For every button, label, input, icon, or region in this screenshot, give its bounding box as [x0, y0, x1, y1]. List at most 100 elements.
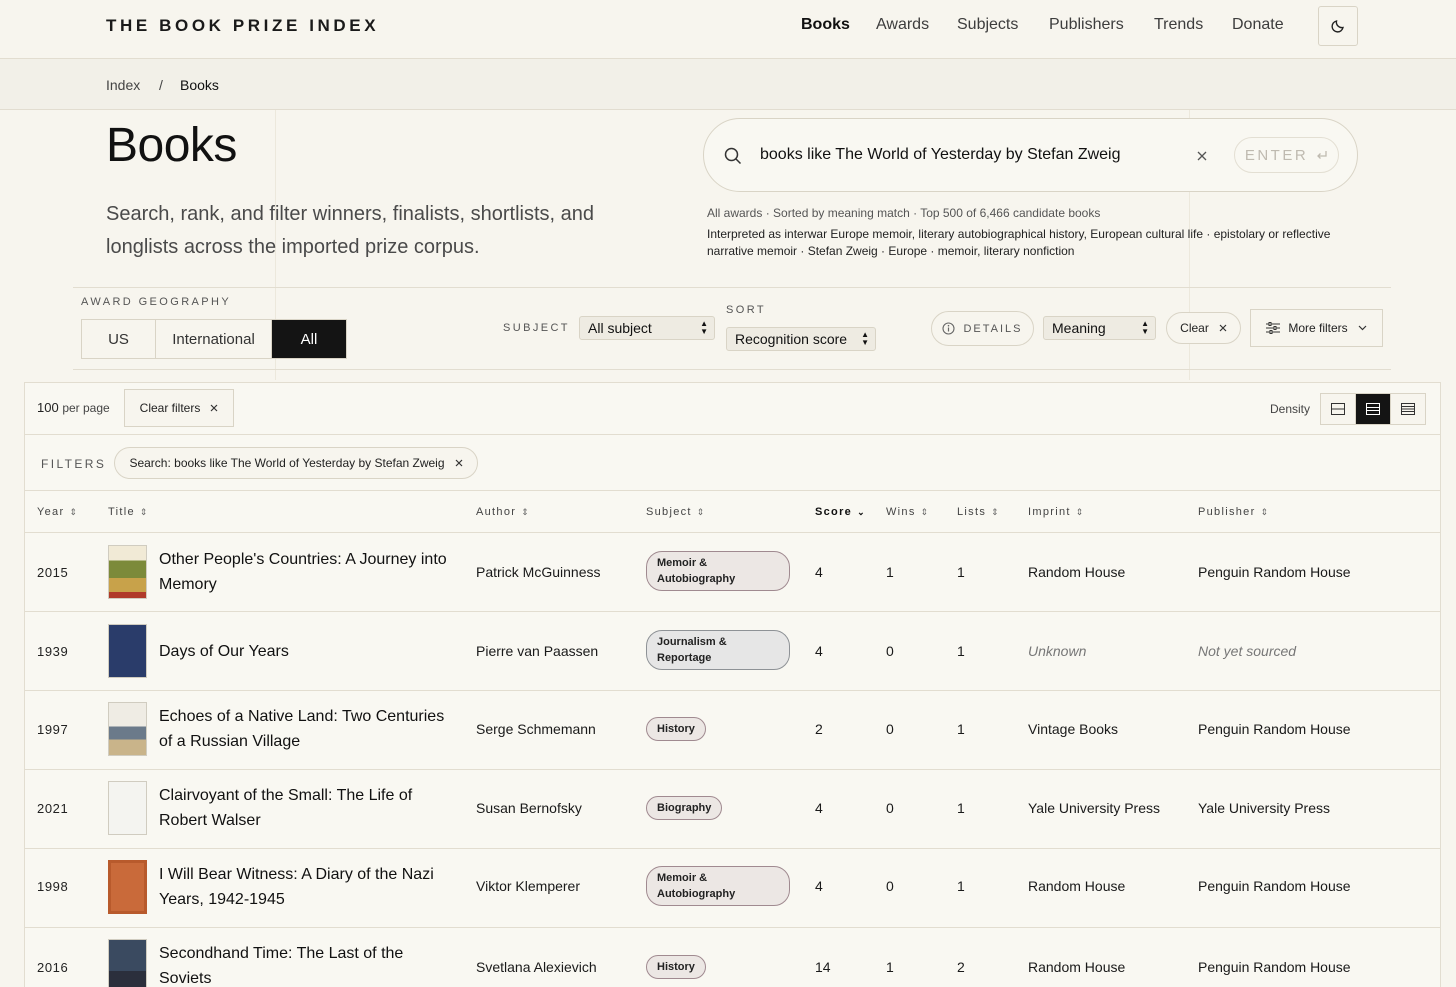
cell-imprint: Random House — [1028, 878, 1126, 894]
cell-author[interactable]: Patrick McGuinness — [476, 564, 600, 580]
nav-publishers[interactable]: Publishers — [1049, 16, 1124, 34]
book-cover-image — [108, 781, 147, 835]
table-row[interactable]: 1998 I Will Bear Witness: A Diary of the… — [25, 849, 1440, 928]
col-header-imprint[interactable]: Imprint ⇕ — [1028, 506, 1083, 518]
col-header-author[interactable]: Author ⇕ — [476, 506, 529, 518]
density-default-button[interactable] — [1355, 393, 1391, 425]
nav-books[interactable]: Books — [801, 16, 850, 34]
table-row[interactable]: 1997 Echoes of a Native Land: Two Centur… — [25, 691, 1440, 770]
col-header-label: Publisher — [1198, 506, 1256, 518]
cell-author[interactable]: Svetlana Alexievich — [476, 959, 597, 975]
moon-icon — [1331, 20, 1344, 33]
col-header-label: Lists — [957, 506, 987, 518]
more-filters-label: More filters — [1288, 321, 1348, 335]
meaning-select[interactable]: Meaning ▲ ▼ — [1043, 316, 1156, 340]
select-arrows-icon: ▲ ▼ — [700, 319, 708, 336]
cell-title[interactable]: Secondhand Time: The Last of the Soviets — [159, 941, 459, 987]
per-page-select[interactable]: 100 per page — [37, 400, 110, 415]
cell-author[interactable]: Susan Bernofsky — [476, 800, 582, 816]
cell-year: 1939 — [37, 644, 69, 659]
cell-lists: 1 — [957, 721, 965, 737]
subject-badge[interactable]: Memoir & Autobiography — [646, 551, 790, 591]
subject-badge[interactable]: Biography — [646, 796, 723, 820]
subject-badge[interactable]: Memoir & Autobiography — [646, 866, 790, 906]
geo-option-us[interactable]: US — [82, 320, 156, 358]
col-header-label: Year — [37, 506, 65, 518]
cell-author[interactable]: Serge Schmemann — [476, 721, 596, 737]
cell-title[interactable]: Clairvoyant of the Small: The Life of Ro… — [159, 783, 459, 833]
geo-option-all[interactable]: All — [272, 320, 346, 358]
clear-label: Clear — [1180, 321, 1209, 335]
geography-label: AWARD GEOGRAPHY — [81, 296, 232, 308]
sort-icon: ⇕ — [139, 507, 148, 517]
cell-wins: 0 — [886, 643, 894, 659]
details-button[interactable]: DETAILS — [931, 311, 1034, 346]
return-icon — [1317, 150, 1327, 159]
nav-donate[interactable]: Donate — [1232, 16, 1284, 34]
cell-author[interactable]: Viktor Klemperer — [476, 878, 580, 894]
close-icon — [210, 404, 218, 412]
cell-title[interactable]: Echoes of a Native Land: Two Centuries o… — [159, 704, 459, 754]
cell-year: 2016 — [37, 960, 69, 975]
brand-logo[interactable]: THE BOOK PRIZE INDEX — [106, 16, 379, 36]
table-row[interactable]: 2015 Other People's Countries: A Journey… — [25, 533, 1440, 612]
breadcrumb-index[interactable]: Index — [106, 77, 140, 93]
col-header-score[interactable]: Score ⌄ — [815, 506, 865, 518]
cell-year: 1998 — [37, 879, 69, 894]
filter-chip-label: Search: books like The World of Yesterda… — [129, 456, 445, 470]
book-cover-image — [108, 624, 147, 678]
close-icon[interactable] — [455, 459, 463, 467]
per-page-number: 100 — [37, 400, 59, 415]
cell-publisher: Penguin Random House — [1198, 959, 1351, 975]
cell-title[interactable]: Days of Our Years — [159, 639, 459, 664]
cell-score: 4 — [815, 564, 823, 580]
select-arrows-icon: ▲ ▼ — [1141, 319, 1149, 336]
clear-button[interactable]: Clear — [1166, 312, 1241, 344]
sort-select[interactable]: Recognition score ▲ ▼ — [726, 327, 876, 351]
table-row[interactable]: 2021 Clairvoyant of the Small: The Life … — [25, 770, 1440, 849]
col-header-title[interactable]: Title ⇕ — [108, 506, 147, 518]
table-row[interactable]: 2016 Secondhand Time: The Last of the So… — [25, 928, 1440, 987]
filter-chip[interactable]: Search: books like The World of Yesterda… — [114, 447, 478, 479]
nav-awards[interactable]: Awards — [876, 16, 929, 34]
sort-icon: ⇕ — [696, 507, 705, 517]
col-header-year[interactable]: Year ⇕ — [37, 506, 77, 518]
clear-filters-button[interactable]: Clear filters — [124, 389, 234, 427]
col-header-subject[interactable]: Subject ⇕ — [646, 506, 704, 518]
search-meta: All awards · Sorted by meaning match · T… — [707, 206, 1101, 220]
geo-option-international[interactable]: International — [156, 320, 272, 358]
subject-badge[interactable]: History — [646, 955, 706, 979]
cell-title[interactable]: Other People's Countries: A Journey into… — [159, 547, 459, 597]
cell-author[interactable]: Pierre van Paassen — [476, 643, 598, 659]
cell-wins: 1 — [886, 564, 894, 580]
subject-badge[interactable]: History — [646, 717, 706, 741]
table-header: Year ⇕ Title ⇕ Author ⇕ Subject ⇕ Score ⌄ Win… — [25, 491, 1440, 533]
more-filters-button[interactable]: More filters — [1250, 309, 1383, 347]
nav-trends[interactable]: Trends — [1154, 16, 1203, 34]
col-header-wins[interactable]: Wins ⇕ — [886, 506, 928, 518]
table-row[interactable]: 1939 Days of Our Years Pierre van Paasse… — [25, 612, 1440, 691]
subject-select[interactable]: All subject ▲ ▼ — [579, 316, 715, 340]
sort-icon: ⇕ — [1260, 507, 1269, 517]
cell-lists: 1 — [957, 800, 965, 816]
clear-search-icon[interactable] — [1197, 151, 1207, 161]
cell-title[interactable]: I Will Bear Witness: A Diary of the Nazi… — [159, 862, 459, 912]
enter-label: ENTER — [1244, 146, 1309, 164]
density-compact-button[interactable] — [1320, 393, 1356, 425]
active-filters-row: FILTERS Search: books like The World of … — [25, 435, 1440, 491]
subject-label: SUBJECT — [503, 322, 570, 334]
enter-button[interactable]: ENTER — [1234, 137, 1339, 173]
nav-subjects[interactable]: Subjects — [957, 16, 1018, 34]
details-label: DETAILS — [963, 322, 1023, 335]
subject-badge[interactable]: Journalism & Reportage — [646, 630, 790, 670]
search-input[interactable]: books like The World of Yesterday by Ste… — [760, 146, 1121, 164]
theme-toggle-button[interactable] — [1318, 6, 1358, 46]
density-label: Density — [1270, 402, 1311, 416]
chevron-down-icon — [1358, 325, 1367, 331]
col-header-lists[interactable]: Lists ⇕ — [957, 506, 999, 518]
col-header-publisher[interactable]: Publisher ⇕ — [1198, 506, 1268, 518]
cell-lists: 1 — [957, 878, 965, 894]
density-dense-button[interactable] — [1390, 393, 1426, 425]
sort-icon: ⇕ — [920, 507, 929, 517]
search-bar[interactable]: books like The World of Yesterday by Ste… — [703, 118, 1358, 192]
